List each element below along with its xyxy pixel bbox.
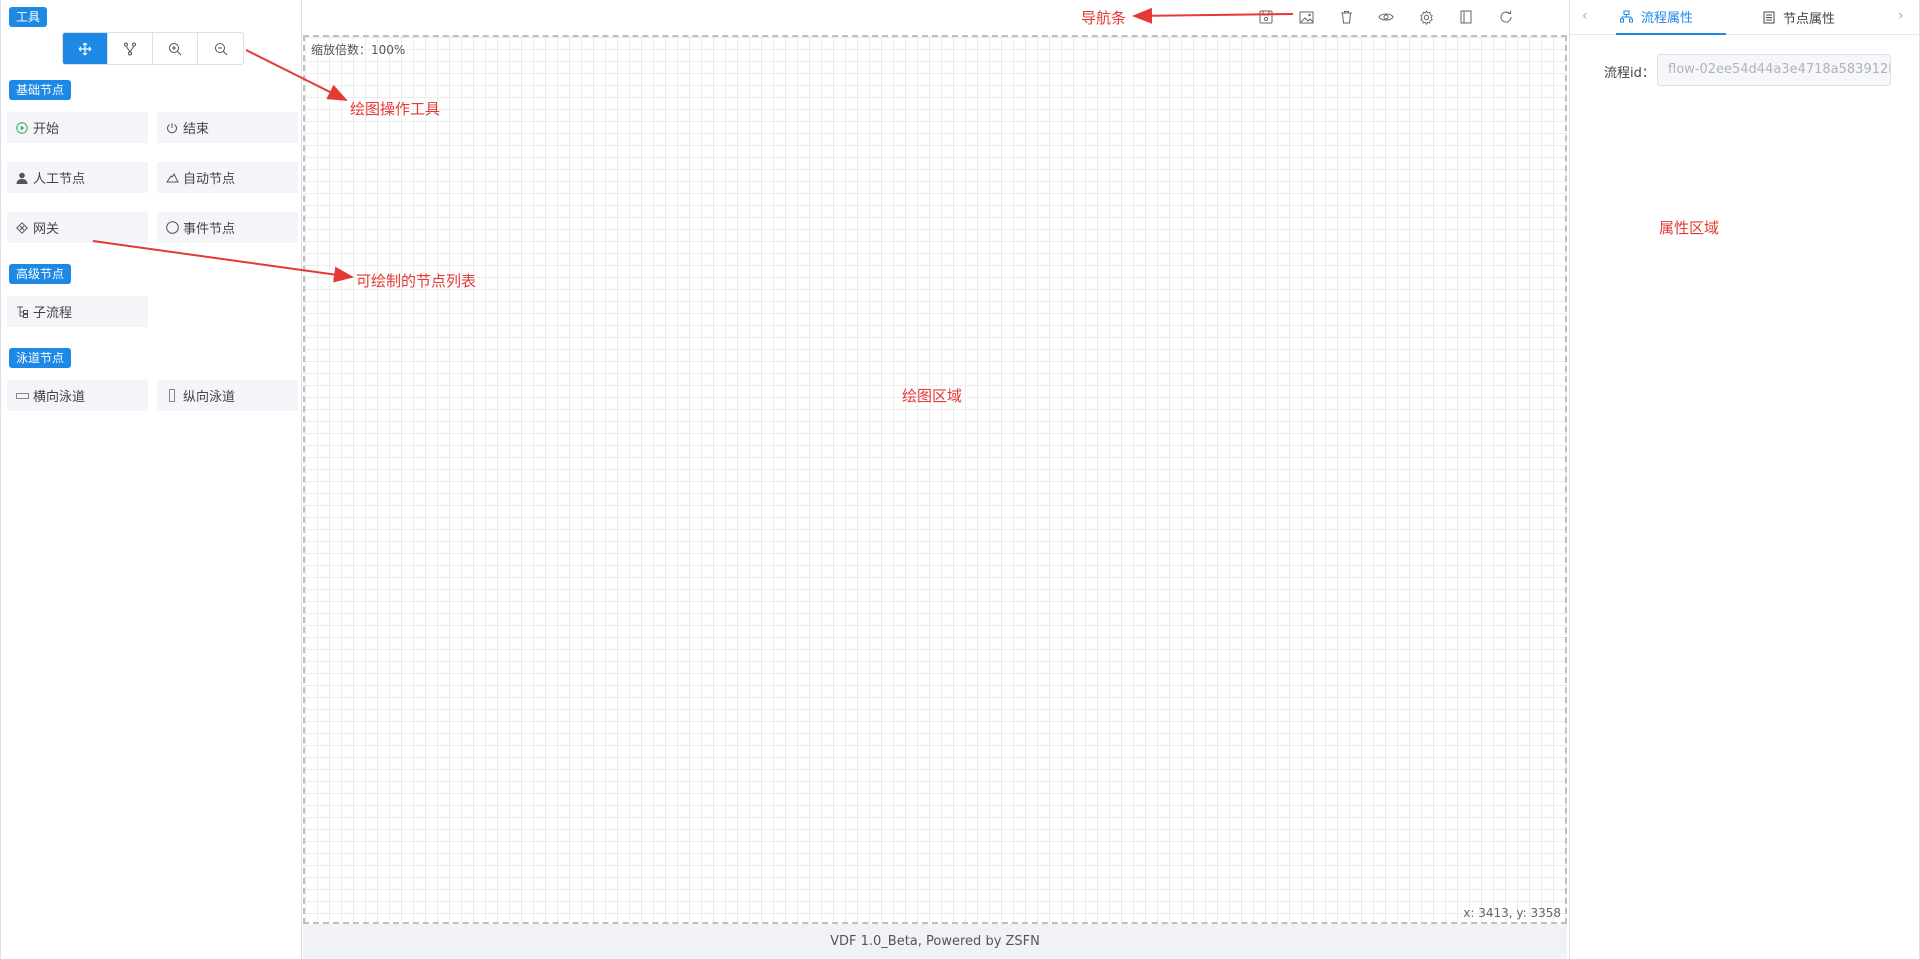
node-auto-label: 自动节点 — [183, 172, 236, 187]
zoom-out-button[interactable] — [198, 33, 243, 64]
zoom-in-icon — [169, 42, 182, 55]
cloud-icon — [165, 171, 179, 185]
tab-node-properties[interactable]: 节点属性 — [1763, 0, 1873, 35]
play-circle-icon — [15, 121, 29, 135]
node-manual-label: 人工节点 — [33, 172, 86, 187]
footer-bar: VDF 1.0_Beta, Powered by ZSFN — [303, 924, 1567, 959]
book-icon[interactable] — [1457, 8, 1475, 26]
annotation-draw-tools: 绘图操作工具 — [350, 100, 441, 118]
node-vertical-lane-label: 纵向泳道 — [183, 390, 236, 405]
circle-icon — [165, 221, 179, 235]
node-end-label: 结束 — [183, 122, 210, 137]
annotation-node-list: 可绘制的节点列表 — [356, 272, 477, 290]
annotation-navbar: 导航条 — [1081, 9, 1127, 27]
annotation-props-area: 属性区域 — [1659, 219, 1720, 237]
node-vertical-lane[interactable]: 纵向泳道 — [157, 380, 298, 411]
top-toolbar — [302, 0, 1570, 35]
lane-nodes-section-tag: 泳道节点 — [9, 348, 72, 368]
cursor-coordinates: x: 3413, y: 3358 — [1463, 906, 1561, 920]
image-icon[interactable] — [1297, 8, 1315, 26]
node-gateway[interactable]: 网关 — [7, 212, 148, 243]
node-end[interactable]: 结束 — [157, 112, 298, 143]
user-icon — [15, 171, 29, 185]
app-root: 工具 基础节点 开始 结束 人工节点 自动节点 网关 事件节点 高级节点 子流程… — [0, 0, 1920, 959]
gateway-diamond-icon — [15, 221, 29, 235]
drawing-canvas[interactable]: 缩放倍数：100% x: 3413, y: 3358 — [303, 35, 1567, 924]
node-start[interactable]: 开始 — [7, 112, 148, 143]
save-icon[interactable] — [1257, 8, 1275, 26]
zoom-out-icon — [214, 42, 227, 55]
draw-tool-group — [62, 32, 244, 65]
annotation-canvas-area: 绘图区域 — [902, 387, 963, 405]
node-auto[interactable]: 自动节点 — [157, 162, 298, 193]
properties-tabs: ‹ 流程属性 节点属性 › — [1570, 0, 1919, 35]
flow-id-label: 流程id： — [1604, 66, 1655, 81]
tab-next-arrow-icon[interactable]: › — [1898, 8, 1904, 24]
tab-node-properties-label: 节点属性 — [1783, 12, 1836, 27]
branch-icon — [124, 42, 136, 55]
subprocess-icon — [15, 305, 29, 319]
node-palette-sidebar: 工具 基础节点 开始 结束 人工节点 自动节点 网关 事件节点 高级节点 子流程… — [0, 0, 302, 959]
zoom-in-button[interactable] — [153, 33, 198, 64]
zoom-level-label: 缩放倍数：100% — [311, 43, 406, 57]
node-subprocess-label: 子流程 — [33, 306, 73, 321]
horizontal-lane-icon — [15, 389, 29, 403]
eye-icon[interactable] — [1377, 8, 1395, 26]
tab-flow-properties-label: 流程属性 — [1641, 11, 1694, 26]
connect-tool-button[interactable] — [108, 33, 153, 64]
advanced-nodes-section-tag: 高级节点 — [9, 264, 72, 284]
node-horizontal-lane-label: 横向泳道 — [33, 390, 86, 405]
flow-id-input[interactable]: flow-02ee54d44a3e4718a583912b — [1657, 54, 1891, 86]
refresh-icon[interactable] — [1497, 8, 1515, 26]
document-list-icon — [1763, 11, 1775, 24]
trash-icon[interactable] — [1337, 8, 1355, 26]
basic-nodes-section-tag: 基础节点 — [9, 80, 72, 100]
node-horizontal-lane[interactable]: 横向泳道 — [7, 380, 148, 411]
node-manual[interactable]: 人工节点 — [7, 162, 148, 193]
tab-flow-properties[interactable]: 流程属性 — [1616, 0, 1726, 35]
move-icon — [78, 42, 92, 55]
properties-panel: ‹ 流程属性 节点属性 › 流程id： flow-02ee54d44a3e471… — [1569, 0, 1920, 959]
node-subprocess[interactable]: 子流程 — [7, 296, 148, 327]
gear-icon[interactable] — [1417, 8, 1435, 26]
footer-text: VDF 1.0_Beta, Powered by ZSFN — [830, 934, 1040, 949]
power-icon — [165, 121, 179, 135]
tab-prev-arrow-icon[interactable]: ‹ — [1582, 8, 1588, 24]
vertical-lane-icon — [165, 389, 179, 403]
node-gateway-label: 网关 — [33, 222, 60, 237]
node-start-label: 开始 — [33, 122, 60, 137]
flowchart-icon — [1620, 10, 1633, 23]
node-event-label: 事件节点 — [183, 222, 236, 237]
tools-section-tag: 工具 — [9, 7, 48, 27]
move-tool-button[interactable] — [63, 33, 108, 64]
node-event[interactable]: 事件节点 — [157, 212, 298, 243]
